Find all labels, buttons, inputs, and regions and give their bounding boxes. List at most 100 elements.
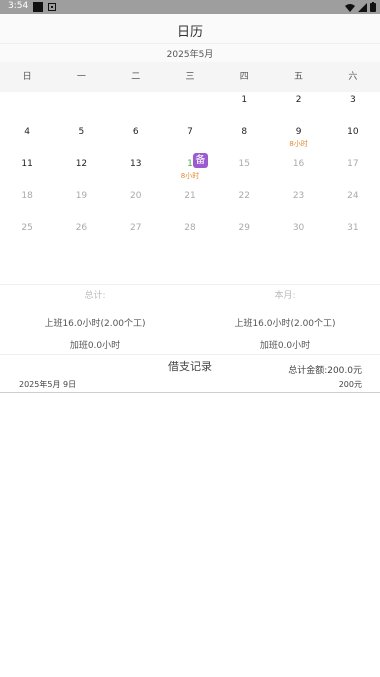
status-bar: 3:54 — [0, 0, 380, 14]
day-cell[interactable]: 13 — [109, 156, 163, 188]
month-header: 本月: — [274, 291, 296, 301]
day-cell[interactable]: 29 — [217, 220, 271, 252]
day-number: 21 — [184, 191, 196, 201]
day-number: 31 — [347, 223, 359, 233]
divider — [0, 284, 380, 285]
empty-cell — [0, 92, 54, 124]
day-number: 10 — [347, 127, 359, 137]
day-cell[interactable]: 23 — [271, 188, 325, 220]
work-summary: 总计: 上班16.0小时(2.00个工) 加班0.0小时 本月: 上班16.0小… — [0, 286, 380, 354]
day-cell[interactable]: 25 — [0, 220, 54, 252]
total-overtime: 加班0.0小时 — [69, 341, 121, 351]
day-cell[interactable]: 26 — [54, 220, 108, 252]
day-number: 23 — [292, 191, 305, 201]
month-work-hours: 上班16.0小时(2.00个工) — [234, 319, 336, 329]
wifi-icon — [345, 3, 355, 12]
loan-record-amount: 200元 — [338, 380, 362, 389]
day-number: 7 — [187, 127, 193, 137]
day-number: 13 — [129, 159, 142, 169]
day-number: 5 — [78, 127, 85, 137]
day-number: 4 — [24, 127, 30, 137]
signal-icon — [358, 2, 367, 12]
day-cell[interactable]: 22 — [217, 188, 271, 220]
month-summary: 本月: 上班16.0小时(2.00个工) 加班0.0小时 — [190, 286, 380, 351]
day-cell[interactable]: 8 — [217, 124, 271, 156]
day-cell[interactable]: 16 — [271, 156, 325, 188]
day-cell[interactable]: 27 — [109, 220, 163, 252]
day-cell[interactable]: 1 8小时 备 — [163, 153, 217, 188]
empty-cell — [109, 92, 163, 124]
day-cell[interactable]: 7 — [163, 124, 217, 156]
note-badge: 备 — [192, 153, 208, 168]
empty-cell — [54, 92, 108, 124]
month-overtime: 加班0.0小时 — [259, 341, 311, 351]
day-cell[interactable]: 12 — [54, 156, 108, 188]
day-number: 27 — [129, 223, 142, 233]
total-header: 总计: — [84, 291, 106, 301]
day-cell[interactable]: 10 — [326, 124, 380, 156]
day-number: 30 — [292, 223, 305, 233]
day-cell[interactable]: 19 — [54, 188, 108, 220]
day-number: 8 — [241, 127, 248, 137]
app-notification-icon — [48, 3, 56, 11]
day-number: 25 — [21, 223, 33, 233]
weekday-label: 日 — [22, 72, 32, 82]
day-cell[interactable]: 30 — [271, 220, 325, 252]
day-hours: 8小时 — [180, 172, 200, 180]
day-cell[interactable]: 15 — [217, 156, 271, 188]
day-cell[interactable]: 4 — [0, 124, 54, 156]
empty-cell — [163, 92, 217, 124]
day-number: 20 — [129, 191, 142, 201]
day-cell[interactable]: 9 8小时 — [271, 124, 325, 156]
day-cell[interactable]: 17 — [326, 156, 380, 188]
weekday-label: 三 — [185, 72, 195, 82]
day-cell[interactable]: 18 — [0, 188, 54, 220]
day-number: 3 — [349, 95, 356, 105]
day-number: 17 — [347, 159, 359, 169]
loan-total: 总计金额:200.0元 — [288, 366, 362, 376]
loan-record-row[interactable]: 2025年5月 9日 200元 — [0, 378, 380, 393]
battery-icon — [370, 2, 376, 12]
calendar-grid: 1 2 3 4 5 6 7 8 9 8小时 10 11 12 13 1 8小时备 15 16 17 18 19 20 21 2… — [0, 92, 380, 252]
day-cell[interactable]: 31 — [326, 220, 380, 252]
day-cell[interactable]: 3 — [326, 92, 380, 124]
day-number: 2 — [295, 95, 302, 105]
day-cell[interactable]: 21 — [163, 188, 217, 220]
weekday-header: 日一二三四五六 — [0, 62, 380, 92]
weekday-label: 五 — [294, 72, 304, 82]
loan-record-date: 2025年5月 9日 — [19, 380, 77, 389]
month-label[interactable]: 2025年5月 — [0, 44, 380, 62]
day-number: 15 — [238, 159, 250, 169]
day-number: 6 — [132, 127, 139, 137]
app-bar: 日历 — [0, 14, 380, 44]
page-title: 日历 — [176, 25, 203, 40]
day-cell[interactable]: 28 — [163, 220, 217, 252]
day-cell[interactable]: 5 — [54, 124, 108, 156]
day-hours: 8小时 — [289, 140, 308, 148]
day-number: 29 — [238, 223, 250, 233]
day-number: 11 — [21, 159, 33, 169]
day-cell[interactable]: 24 — [326, 188, 380, 220]
day-number: 18 — [21, 191, 33, 201]
weekday-label: 六 — [348, 72, 358, 82]
day-cell[interactable]: 20 — [109, 188, 163, 220]
day-cell[interactable]: 6 — [109, 124, 163, 156]
day-cell[interactable]: 2 — [271, 92, 325, 124]
day-number: 16 — [292, 159, 305, 169]
day-cell[interactable]: 1 — [217, 92, 271, 124]
day-number: 28 — [184, 223, 196, 233]
day-number: 9 — [295, 127, 302, 137]
day-number: 1 — [241, 95, 248, 105]
day-number: 24 — [347, 191, 359, 201]
weekday-label: 一 — [76, 72, 86, 82]
day-cell[interactable]: 11 — [0, 156, 54, 188]
total-summary: 总计: 上班16.0小时(2.00个工) 加班0.0小时 — [0, 286, 190, 351]
weekday-label: 四 — [239, 72, 249, 82]
day-number: 22 — [238, 191, 250, 201]
day-number: 19 — [75, 191, 88, 201]
total-work-hours: 上班16.0小时(2.00个工) — [44, 319, 146, 329]
notification-icon — [33, 2, 43, 12]
day-number: 26 — [75, 223, 88, 233]
day-number: 1 — [187, 159, 193, 169]
day-number: 12 — [75, 159, 88, 169]
